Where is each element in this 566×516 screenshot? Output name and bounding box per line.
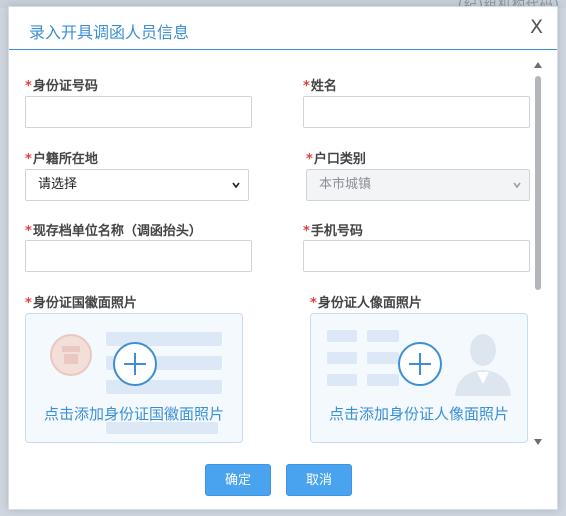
chevron-down-icon bbox=[232, 182, 240, 189]
dialog: 录入开具调函人员信息 X *身份证号码 *姓名 *户籍所在地 请选择 *户口类别… bbox=[8, 6, 558, 510]
household-location-label: *户籍所在地 bbox=[25, 152, 98, 167]
household-type-select[interactable]: 本市城镇 bbox=[306, 169, 530, 201]
add-photo-icon bbox=[398, 342, 442, 386]
required-mark: * bbox=[25, 296, 32, 311]
required-mark: * bbox=[25, 152, 32, 167]
phone-label: *手机号码 bbox=[303, 224, 363, 239]
add-photo-icon bbox=[113, 342, 157, 386]
id-portrait-upload-text: 点击添加身份证人像面照片 bbox=[328, 405, 509, 423]
card-placeholder-bar bbox=[327, 374, 357, 386]
id-portrait-photo-label: *身份证人像面照片 bbox=[310, 296, 422, 311]
id-number-input[interactable] bbox=[25, 96, 252, 128]
household-location-select[interactable]: 请选择 bbox=[25, 169, 249, 201]
archive-unit-input[interactable] bbox=[25, 240, 252, 272]
person-silhouette-icon bbox=[455, 334, 511, 396]
id-emblem-upload-text: 点击添加身份证国徽面照片 bbox=[43, 405, 224, 423]
required-mark: * bbox=[306, 152, 313, 167]
scrollbar[interactable] bbox=[533, 59, 543, 449]
dialog-title: 录入开具调函人员信息 bbox=[29, 23, 190, 42]
required-mark: * bbox=[303, 79, 310, 94]
cancel-button[interactable]: 取消 bbox=[286, 464, 352, 496]
required-mark: * bbox=[25, 79, 32, 94]
scroll-down-icon[interactable] bbox=[534, 439, 542, 445]
emblem-icon bbox=[50, 334, 92, 376]
form-scroll-area: *身份证号码 *姓名 *户籍所在地 请选择 *户口类别 本市城镇 *现存档单位名… bbox=[9, 57, 544, 449]
required-mark: * bbox=[303, 224, 310, 239]
card-placeholder-bar bbox=[327, 330, 357, 342]
card-placeholder-bar bbox=[327, 352, 357, 364]
scroll-up-icon[interactable] bbox=[534, 62, 542, 68]
card-placeholder-bar bbox=[367, 374, 399, 386]
id-emblem-photo-label: *身份证国徽面照片 bbox=[25, 296, 137, 311]
phone-input[interactable] bbox=[303, 240, 530, 272]
card-placeholder-bar bbox=[367, 352, 399, 364]
household-location-value: 请选择 bbox=[38, 177, 78, 192]
chevron-down-icon bbox=[513, 182, 521, 189]
required-mark: * bbox=[310, 296, 317, 311]
household-type-label: *户口类别 bbox=[306, 152, 366, 167]
confirm-button[interactable]: 确定 bbox=[205, 464, 271, 496]
name-label: *姓名 bbox=[303, 79, 337, 94]
id-number-label: *身份证号码 bbox=[25, 79, 98, 94]
close-icon[interactable]: X bbox=[530, 16, 543, 38]
title-divider bbox=[9, 49, 557, 50]
id-emblem-upload[interactable]: 点击添加身份证国徽面照片 bbox=[25, 313, 243, 443]
required-mark: * bbox=[25, 224, 32, 239]
archive-unit-label: *现存档单位名称（调函抬头） bbox=[25, 224, 202, 239]
name-input[interactable] bbox=[303, 96, 530, 128]
scrollbar-thumb[interactable] bbox=[535, 76, 541, 290]
id-portrait-upload[interactable]: 点击添加身份证人像面照片 bbox=[310, 313, 528, 443]
card-placeholder-bar bbox=[367, 330, 399, 342]
household-type-value: 本市城镇 bbox=[319, 177, 372, 192]
